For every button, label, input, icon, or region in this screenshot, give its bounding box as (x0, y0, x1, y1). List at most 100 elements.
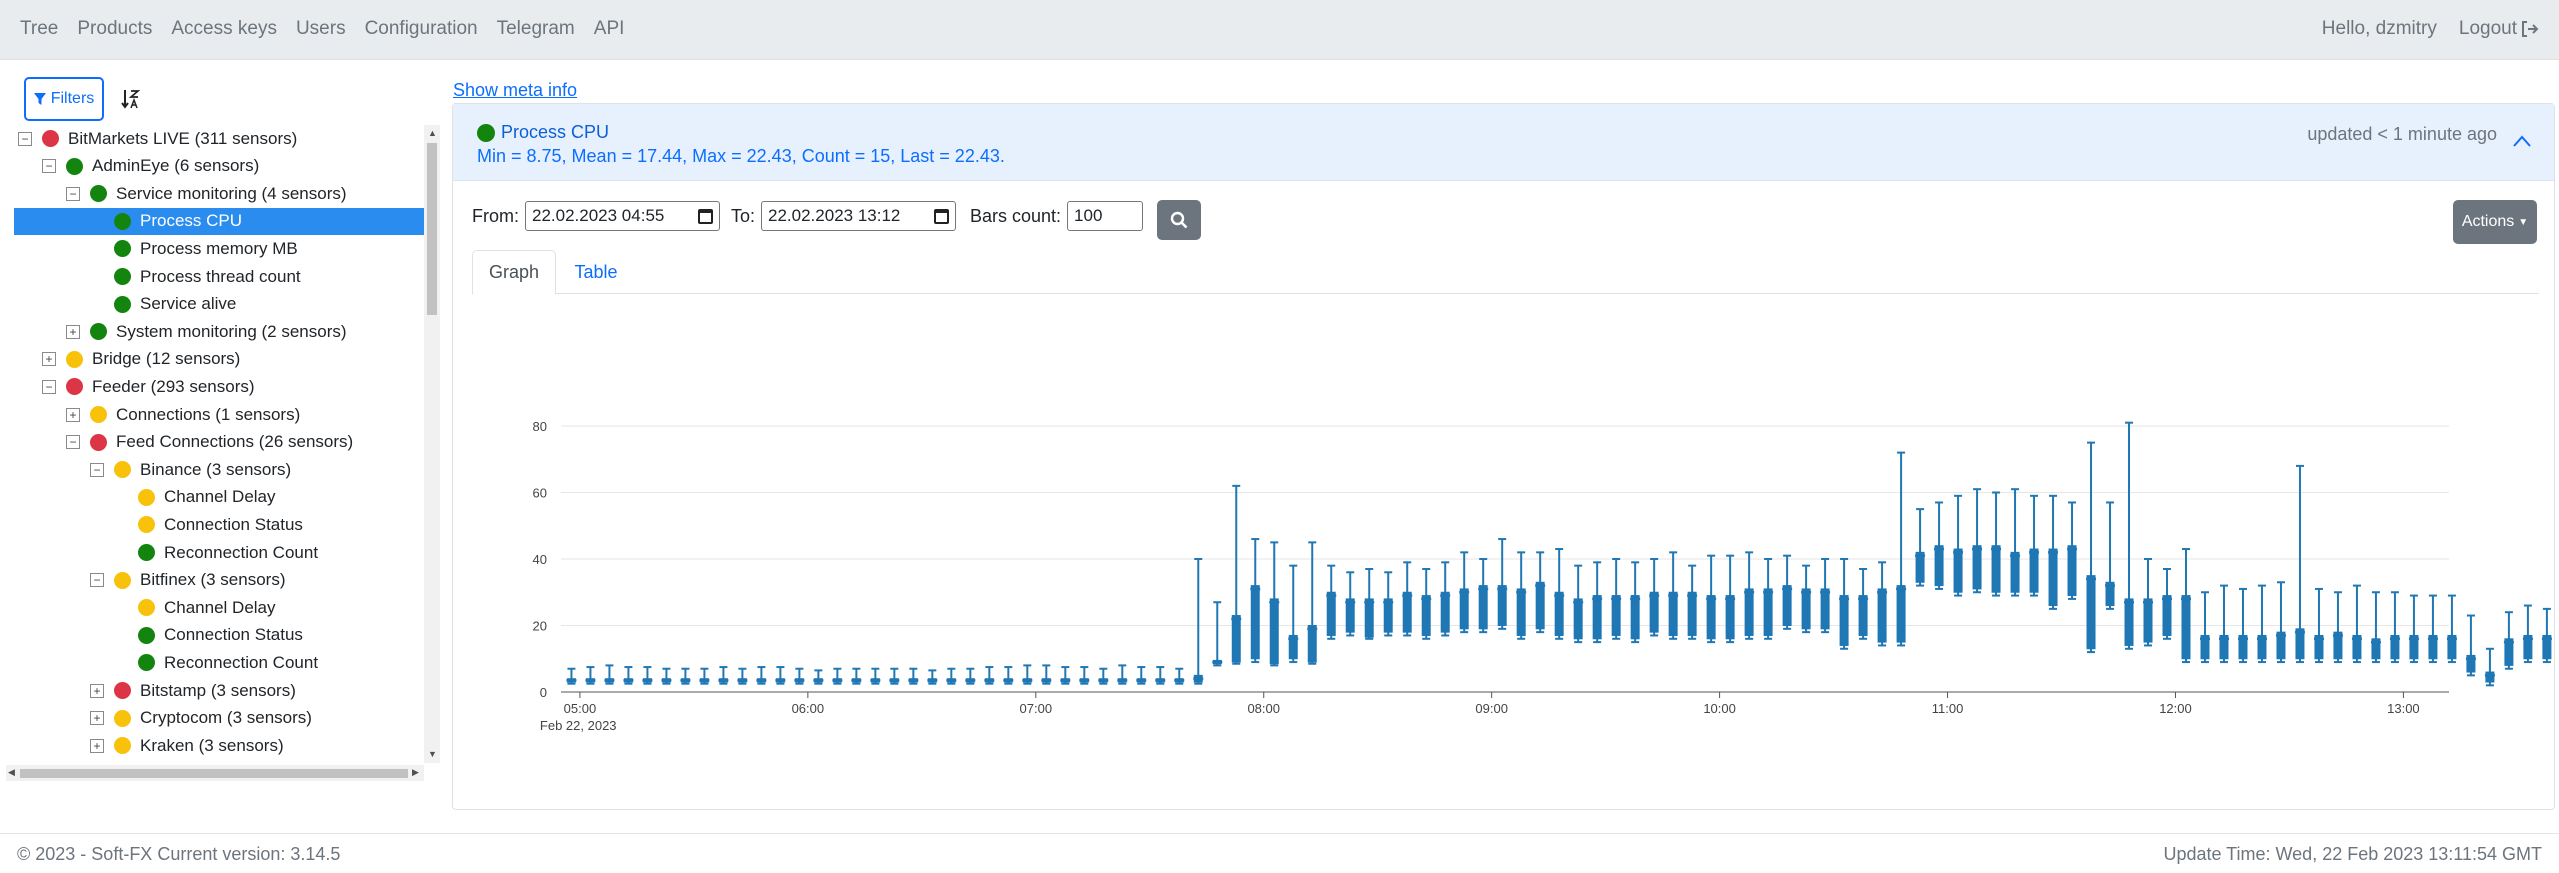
tree-vertical-scrollbar[interactable]: ▲ ▼ (424, 125, 440, 763)
nav-link-users[interactable]: Users (296, 18, 346, 40)
box-body (1782, 585, 1792, 627)
nav-link-access-keys[interactable]: Access keys (171, 18, 277, 40)
tree-node[interactable]: Process thread count (14, 263, 424, 290)
scroll-thumb[interactable] (427, 143, 437, 315)
tree-node[interactable]: − Feed Connections (26 sensors) (14, 429, 424, 456)
x-axis-date-label: Feb 22, 2023 (540, 718, 617, 733)
status-dot (114, 212, 131, 230)
box-body (1934, 545, 1944, 587)
collapse-icon[interactable]: − (42, 379, 56, 394)
tree-node[interactable]: Reconnection Count (14, 649, 424, 676)
status-dot (114, 240, 131, 258)
tree-node[interactable]: Service alive (14, 291, 424, 318)
tree-node[interactable]: Channel Delay (14, 594, 424, 621)
sort-icon[interactable] (120, 88, 142, 110)
collapse-icon[interactable]: − (18, 131, 32, 146)
scroll-up-arrow-icon[interactable]: ▲ (428, 128, 437, 138)
tree-node-label: Bitstamp (3 sensors) (140, 680, 296, 700)
collapse-icon[interactable]: − (66, 186, 80, 201)
scroll-thumb-horizontal[interactable] (20, 769, 408, 778)
scroll-down-arrow-icon[interactable]: ▼ (428, 749, 437, 759)
nav-link-telegram[interactable]: Telegram (497, 18, 575, 40)
box-body (1991, 545, 2001, 593)
tree-node[interactable]: − Feeder (293 sensors) (14, 373, 424, 400)
tree-node[interactable]: + Kraken (3 sensors) (14, 732, 424, 759)
tree-node[interactable]: Reconnection Count (14, 539, 424, 566)
scroll-left-arrow-icon[interactable]: ◀ (8, 767, 15, 778)
box-body (1649, 591, 1659, 633)
tree-node[interactable]: + Connections (1 sensors) (14, 401, 424, 428)
tree-node-label: Cryptocom (3 sensors) (140, 708, 312, 728)
tree-node[interactable]: + Bitstamp (3 sensors) (14, 677, 424, 704)
tree-node[interactable]: − Bitfinex (3 sensors) (14, 567, 424, 594)
tree-node-label: Channel Delay (164, 597, 276, 617)
box-body (2181, 595, 2191, 660)
nav-links: Tree Products Access keys Users Configur… (20, 0, 643, 58)
box-body (1440, 591, 1450, 633)
status-dot (66, 350, 83, 368)
nav-link-configuration[interactable]: Configuration (365, 18, 478, 40)
box-body (1839, 595, 1849, 646)
tree-node[interactable]: Process memory MB (14, 235, 424, 262)
box-body (1592, 595, 1602, 640)
collapse-icon[interactable]: − (66, 435, 80, 450)
tree-node[interactable]: + System monitoring (2 sensors) (14, 318, 424, 345)
status-dot (90, 185, 107, 203)
tree-node-label: Feed Connections (26 sensors) (116, 432, 354, 452)
tree-node[interactable]: + Bridge (12 sensors) (14, 346, 424, 373)
status-dot (114, 709, 131, 727)
tree-node[interactable]: Channel Delay (14, 484, 424, 511)
tree-node-label: System monitoring (2 sensors) (116, 321, 347, 341)
box-body (1687, 591, 1697, 636)
tree-node[interactable]: − BitMarkets LIVE (311 sensors) (14, 125, 424, 152)
expand-icon[interactable]: + (42, 352, 56, 367)
box-body (1953, 548, 1963, 593)
box-body (1554, 591, 1564, 636)
tree-node-label: Connections (1 sensors) (116, 404, 301, 424)
tree-node[interactable]: + Cryptocom (3 sensors) (14, 705, 424, 732)
tree-horizontal-scrollbar[interactable]: ◀ ▶ (6, 765, 424, 781)
tree-node-label: Feeder (293 sensors) (92, 376, 255, 396)
box-body (1250, 585, 1260, 660)
tree-node-label: Connection Status (164, 625, 303, 645)
expand-icon[interactable]: + (66, 407, 80, 422)
box-body (1801, 588, 1811, 630)
filters-button[interactable]: Filters (24, 77, 104, 121)
collapse-icon[interactable]: − (90, 462, 104, 477)
expand-icon[interactable]: + (66, 324, 80, 339)
x-tick-label: 12:00 (2159, 701, 2192, 716)
tree-node[interactable]: − AdminEye (6 sensors) (14, 153, 424, 180)
expand-icon[interactable]: + (90, 683, 104, 698)
nav-link-tree[interactable]: Tree (20, 18, 58, 40)
tree-node[interactable]: Process CPU (14, 207, 424, 235)
box-body (1421, 595, 1431, 636)
tree-node-label: Channel Delay (164, 487, 276, 507)
tree-node[interactable]: Connection Status (14, 622, 424, 649)
tree-node[interactable]: − Binance (3 sensors) (14, 456, 424, 483)
footer: © 2023 - Soft-FX Current version: 3.14.5… (0, 833, 2559, 873)
collapse-icon[interactable]: − (42, 159, 56, 174)
expand-icon[interactable]: + (90, 711, 104, 726)
app-root: Tree Products Access keys Users Configur… (0, 0, 2559, 873)
scroll-right-arrow-icon[interactable]: ▶ (412, 767, 419, 778)
tree-node-label: Binance (3 sensors) (140, 459, 292, 479)
y-tick-label: 0 (540, 685, 547, 700)
box-body (1269, 598, 1279, 665)
status-dot (138, 599, 155, 617)
box-body (1231, 615, 1241, 663)
nav-link-api[interactable]: API (594, 18, 625, 40)
tree-node-label: Process memory MB (140, 238, 298, 258)
tree-node-label: Service monitoring (4 sensors) (116, 183, 347, 203)
filters-label: Filters (50, 90, 95, 107)
box-body (1744, 588, 1754, 636)
tree-node[interactable]: Connection Status (14, 511, 424, 538)
logout-link[interactable]: Logout (2459, 18, 2539, 40)
expand-icon[interactable]: + (90, 738, 104, 753)
tree-node-label: AdminEye (6 sensors) (92, 156, 260, 176)
show-meta-info-link[interactable]: Show meta info (453, 80, 577, 101)
status-dot (138, 488, 155, 506)
tree-node[interactable]: − Service monitoring (4 sensors) (14, 180, 424, 207)
collapse-icon[interactable]: − (90, 573, 104, 588)
tree-node-label: Process CPU (140, 211, 243, 231)
nav-link-products[interactable]: Products (77, 18, 152, 40)
